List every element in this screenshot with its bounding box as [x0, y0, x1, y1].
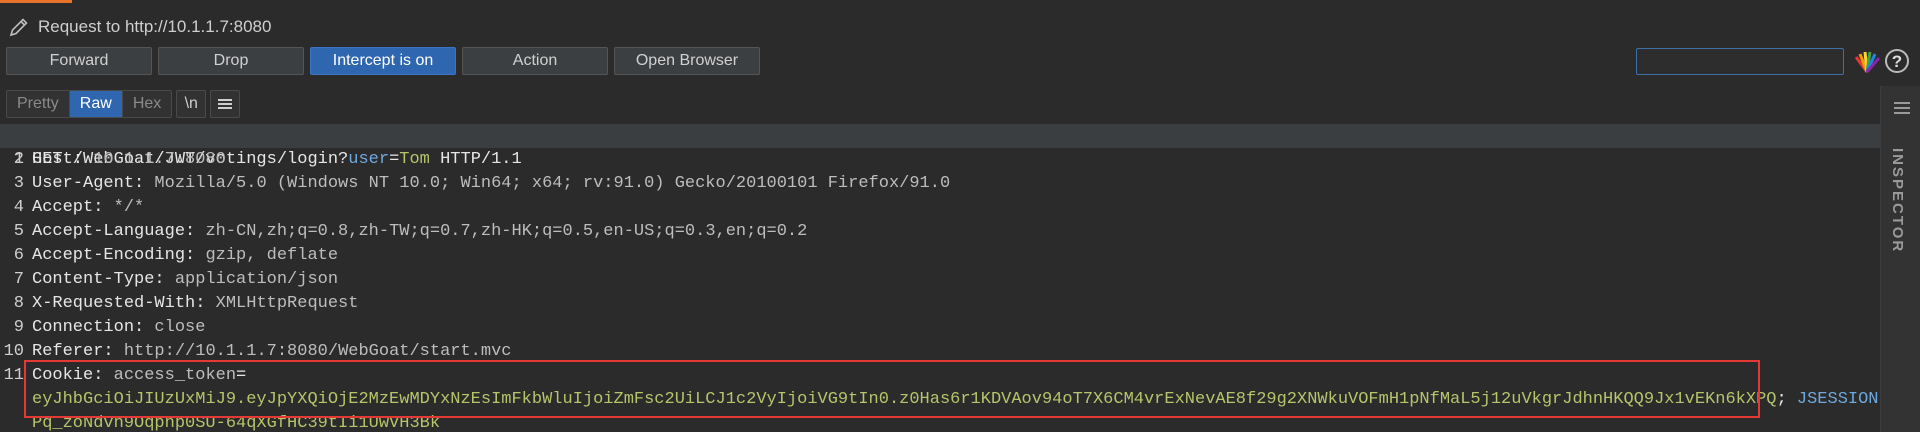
line-content: Cookie: access_token= [32, 364, 246, 388]
cookie-name: access_token [113, 366, 237, 385]
line-content: eyJhbGciOiJIUzUxMiJ9.eyJpYXQiOjE2MzEwMDY… [32, 388, 1880, 412]
cookie-separator: ; [1776, 390, 1797, 409]
header-value: http://10.1.1.7:8080/WebGoat/start.mvc [123, 342, 512, 361]
tab-pretty[interactable]: Pretty [7, 91, 69, 117]
header-key: Accept: [32, 198, 114, 217]
color-fan-icon[interactable] [1853, 50, 1881, 74]
intercept-toggle-button[interactable]: Intercept is on [310, 47, 456, 75]
line-content: Content-Type: application/json [32, 268, 338, 292]
header-value: 10.1.1.7:8080 [93, 150, 226, 169]
header-value: application/json [174, 270, 339, 289]
line-number: 4 [13, 198, 24, 217]
cookie-line-wrapped: eyJhbGciOiJIUzUxMiJ9.eyJpYXQiOjE2MzEwMDY… [0, 388, 1880, 412]
cookie-equals: = [236, 366, 247, 385]
line-content: Accept: */* [32, 196, 144, 220]
pencil-icon[interactable] [8, 16, 30, 38]
header-value: zh-CN,zh;q=0.8,zh-TW;q=0.7,zh-HK;q=0.5,e… [205, 222, 808, 241]
header-value: */* [113, 198, 145, 217]
header-value: XMLHttpRequest [215, 294, 359, 313]
tab-raw[interactable]: Raw [68, 91, 122, 117]
request-editor[interactable]: 1 GET /WebGoat/JWT/votings/login?user=Tom… [0, 124, 1880, 432]
header-line: 8 X-Requested-With: XMLHttpRequest [0, 292, 1880, 316]
request-title: Request to http://10.1.1.7:8080 [38, 17, 272, 36]
line-number: 10 [3, 342, 24, 361]
line-content: Referer: http://10.1.1.7:8080/WebGoat/st… [32, 340, 512, 364]
header-key: Host: [32, 150, 94, 169]
header-line: 5 Accept-Language: zh-CN,zh;q=0.8,zh-TW;q… [0, 220, 1880, 244]
line-number: 9 [13, 318, 24, 337]
jwt-token: eyJhbGciOiJIUzUxMiJ9.eyJpYXQiOjE2MzEwMDY… [32, 390, 1777, 409]
line-content: Accept-Encoding: gzip, deflate [32, 244, 338, 268]
header-key: Content-Type: [32, 270, 175, 289]
help-icon[interactable]: ? [1885, 49, 1909, 73]
request-line: 1 GET /WebGoat/JWT/votings/login?user=Tom… [0, 124, 1880, 169]
line-content: Accept-Language: zh-CN,zh;q=0.8,zh-TW;q=… [32, 220, 807, 244]
header-value: gzip, deflate [205, 246, 339, 265]
header-key: X-Requested-With: [32, 294, 216, 313]
header-value: close [154, 318, 206, 337]
header-line: 10 Referer: http://10.1.1.7:8080/WebGoat/… [0, 340, 1880, 364]
open-browser-button[interactable]: Open Browser [614, 47, 760, 75]
line-number: 6 [13, 246, 24, 265]
session-cookie-value: Pq_zoNdvn9Oqpnp0SU-64qXGfHC39tIi1UwVH3Bk [32, 414, 441, 432]
action-button[interactable]: Action [462, 47, 608, 75]
line-number: 11 [3, 366, 24, 385]
request-header: Request to http://10.1.1.7:8080 [8, 14, 271, 40]
header-line: 3 User-Agent: Mozilla/5.0 (Windows NT 10.… [0, 172, 1880, 196]
intercept-toolbar: Forward Drop Intercept is on Action Open… [6, 47, 760, 75]
search-input[interactable] [1637, 49, 1843, 74]
header-line: 2 Host: 10.1.1.7:8080 [0, 148, 1880, 172]
line-number: 8 [13, 294, 24, 313]
line-number: 2 [13, 150, 24, 169]
menu-icon[interactable] [1894, 102, 1910, 114]
line-content: User-Agent: Mozilla/5.0 (Windows NT 10.0… [32, 172, 950, 196]
active-tab-indicator [0, 0, 72, 3]
cookie-line-wrapped: Pq_zoNdvn9Oqpnp0SU-64qXGfHC39tIi1UwVH3Bk [0, 412, 1880, 432]
line-content: Host: 10.1.1.7:8080 [32, 148, 226, 172]
session-cookie-name: JSESSIONID [1796, 390, 1880, 409]
message-view-controls: Pretty Raw Hex \n [6, 90, 241, 118]
header-line: 7 Content-Type: application/json [0, 268, 1880, 292]
inspector-panel[interactable]: INSPECTOR [1880, 86, 1920, 432]
line-number: 7 [13, 270, 24, 289]
line-number: 5 [13, 222, 24, 241]
drop-button[interactable]: Drop [158, 47, 304, 75]
menu-icon [218, 99, 233, 109]
header-value: Mozilla/5.0 (Windows NT 10.0; Win64; x64… [154, 174, 951, 193]
view-menu-button[interactable] [210, 90, 241, 118]
line-content: Pq_zoNdvn9Oqpnp0SU-64qXGfHC39tIi1UwVH3Bk [32, 412, 440, 432]
line-content: X-Requested-With: XMLHttpRequest [32, 292, 358, 316]
forward-button[interactable]: Forward [6, 47, 152, 75]
header-key: Connection: [32, 318, 155, 337]
header-key: User-Agent: [32, 174, 155, 193]
cookie-line: 11 Cookie: access_token= [0, 364, 1880, 388]
tab-hex[interactable]: Hex [121, 91, 172, 117]
show-newlines-button[interactable]: \n [176, 90, 207, 118]
header-line: 9 Connection: close [0, 316, 1880, 340]
line-number: 3 [13, 174, 24, 193]
inspector-tab-label[interactable]: INSPECTOR [1889, 148, 1906, 253]
line-content: Connection: close [32, 316, 205, 340]
header-key: Referer: [32, 342, 124, 361]
header-key: Accept-Encoding: [32, 246, 206, 265]
search-field[interactable] [1636, 48, 1844, 75]
header-key: Accept-Language: [32, 222, 206, 241]
header-line: 4 Accept: */* [0, 196, 1880, 220]
header-line: 6 Accept-Encoding: gzip, deflate [0, 244, 1880, 268]
header-key: Cookie: [32, 366, 114, 385]
view-mode-tabs: Pretty Raw Hex [6, 90, 173, 118]
